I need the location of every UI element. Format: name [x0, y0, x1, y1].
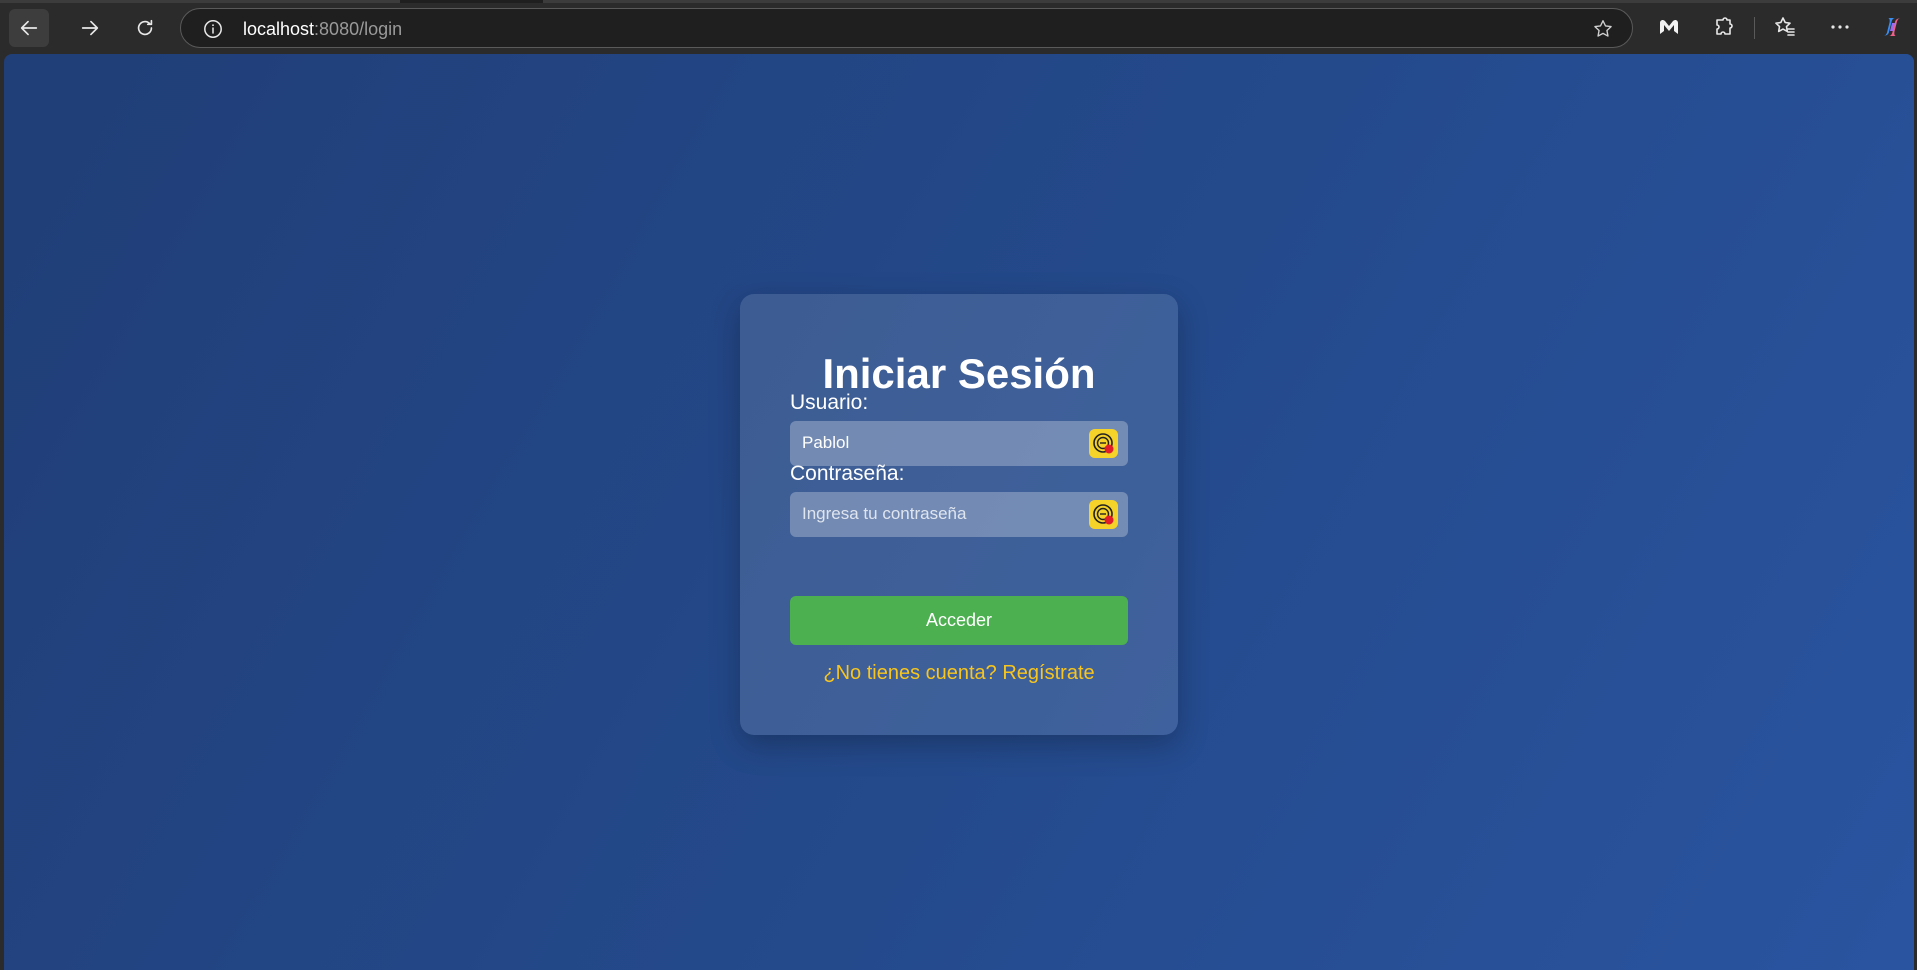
- extensions-button[interactable]: [1711, 14, 1737, 40]
- copilot-icon: [1884, 18, 1900, 36]
- star-icon[interactable]: [1592, 18, 1614, 40]
- browser-toolbar: localhost:8080/login: [0, 0, 1917, 54]
- malwarebytes-icon: [1660, 19, 1678, 34]
- url-text: localhost:8080/login: [243, 18, 402, 40]
- reload-button[interactable]: [125, 9, 165, 47]
- info-icon[interactable]: [203, 19, 223, 39]
- copilot-button[interactable]: [1879, 14, 1905, 40]
- forward-button[interactable]: [70, 9, 110, 47]
- malwarebytes-extension[interactable]: [1656, 14, 1682, 40]
- arrow-left-icon: [20, 20, 38, 36]
- favorites-icon: [1775, 17, 1795, 36]
- fingerprint-icon: [1093, 504, 1114, 525]
- password-label: Contraseña:: [790, 462, 905, 485]
- url-host: localhost: [243, 19, 315, 39]
- page-viewport: Iniciar Sesión Usuario: Pablol Contraseñ…: [4, 54, 1914, 970]
- favorites-button[interactable]: [1772, 14, 1798, 40]
- url-path: :8080/login: [314, 19, 403, 39]
- address-bar[interactable]: localhost:8080/login: [180, 8, 1633, 48]
- password-placeholder: Ingresa tu contraseña: [802, 504, 967, 523]
- login-card: Iniciar Sesión Usuario: Pablol Contraseñ…: [740, 294, 1178, 735]
- register-link[interactable]: ¿No tienes cuenta? Regístrate: [740, 662, 1178, 685]
- username-label: Usuario:: [790, 391, 869, 414]
- tab-strip: [0, 0, 1917, 3]
- username-value: Pablol: [802, 433, 850, 452]
- puzzle-icon: [1716, 17, 1733, 35]
- more-button[interactable]: [1827, 14, 1853, 40]
- password-field[interactable]: Ingresa tu contraseña: [790, 492, 1128, 537]
- username-field[interactable]: Pablol: [790, 421, 1128, 466]
- toolbar-divider: [1754, 17, 1755, 39]
- back-button[interactable]: [9, 9, 49, 47]
- submit-button[interactable]: Acceder: [790, 596, 1128, 645]
- field-extension-button[interactable]: [1089, 500, 1118, 529]
- more-icon: [1831, 25, 1849, 29]
- arrow-right-icon: [81, 20, 99, 36]
- reload-icon: [137, 19, 153, 36]
- fingerprint-icon: [1093, 433, 1114, 454]
- field-extension-button[interactable]: [1089, 429, 1118, 458]
